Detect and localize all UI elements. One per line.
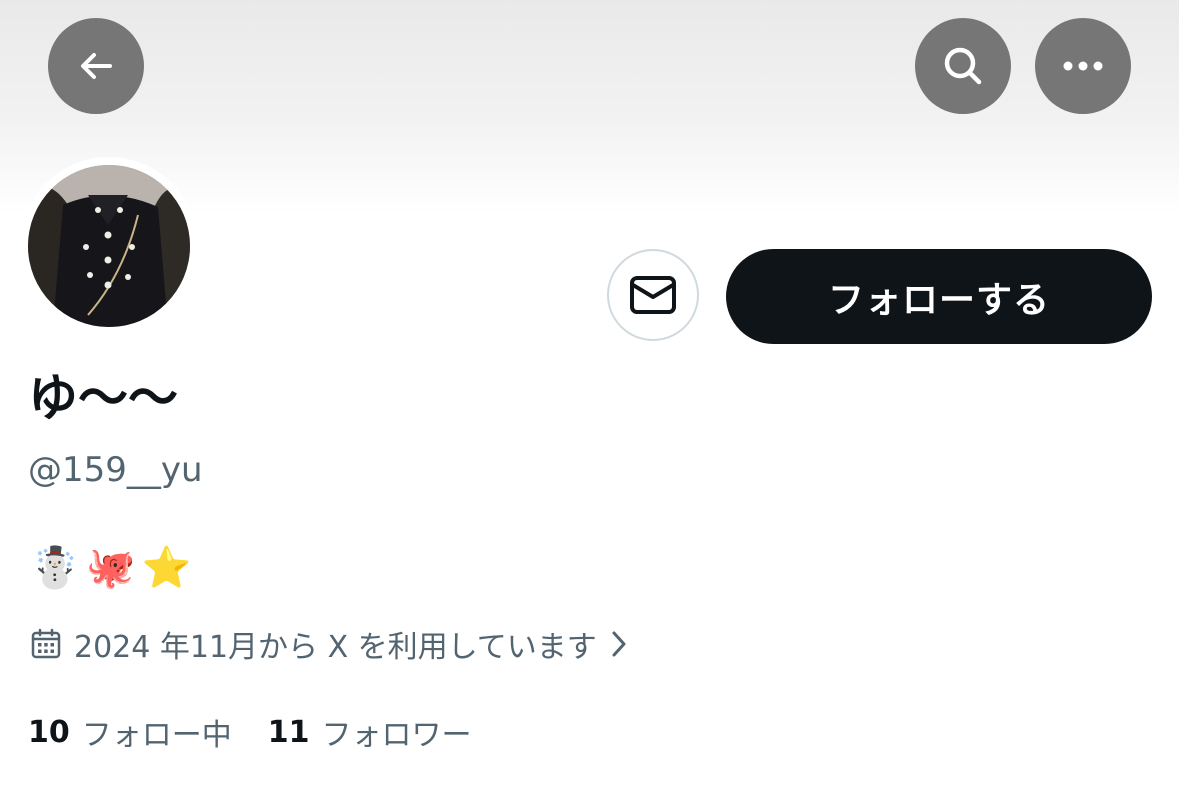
star-emoji: ⭐ [141,545,192,591]
search-button[interactable] [915,18,1011,114]
message-button[interactable] [607,249,699,341]
profile-banner [0,0,1179,215]
more-button[interactable] [1035,18,1131,114]
followers-count: 11 [267,714,310,750]
follow-stats: 10 フォロー中 11 フォロワー [28,708,508,756]
back-button[interactable] [48,18,144,114]
joined-date[interactable]: 2024 年11月から X を利用しています [30,620,629,668]
follow-button[interactable]: フォローする [726,249,1152,344]
following-label: フォロー中 [81,718,232,753]
snowman-emoji: ☃️ [30,545,80,591]
display-name: ゆ〜〜 [28,369,178,427]
followers-link[interactable]: 11 フォロワー [268,710,472,754]
following-count: 10 [28,714,70,750]
octopus-emoji: 🐙 [85,545,136,591]
joined-text: 2024 年11月から X を利用しています [74,630,597,665]
avatar-ring [20,157,198,335]
followers-label: フォロワー [321,718,472,753]
following-link[interactable]: 10 フォロー中 [28,710,232,754]
avatar-photo [28,165,190,327]
more-horizontal-icon [1063,61,1103,71]
arrow-left-icon [81,53,112,79]
avatar[interactable] [28,165,190,327]
search-icon [944,47,982,85]
mail-icon [630,276,676,314]
bio: ☃️ 🐙 ⭐ [30,540,191,596]
calendar-icon [31,628,61,659]
chevron-right-icon [612,631,626,657]
username-handle: @159__yu [28,450,203,490]
